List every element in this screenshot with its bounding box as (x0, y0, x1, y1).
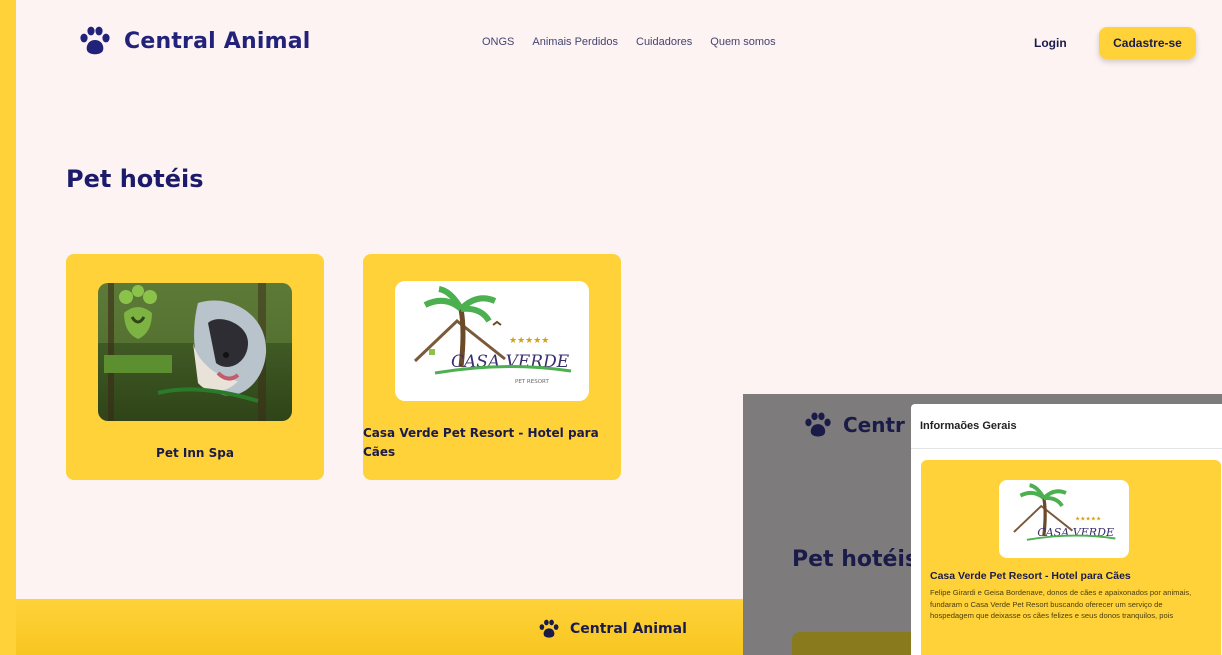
login-link[interactable]: Login (1034, 36, 1067, 50)
inset-brand: Centr (803, 412, 905, 438)
modal-preview-screenshot: Centr Pet hotéis Informaões Gerais ★★★★★… (743, 394, 1222, 655)
inset-brand-name: Centr (843, 413, 905, 437)
nav-ongs[interactable]: ONGS (482, 36, 514, 48)
stars-icon: ★★★★★ (509, 336, 549, 346)
page-title: Pet hotéis (66, 165, 204, 193)
footer-brand-name: Central Animal (570, 621, 687, 637)
hotel-card-casa-verde[interactable]: ★★★★★ CASA VERDE PET RESORT Casa Verde P… (363, 254, 621, 480)
info-modal: Informaões Gerais ★★★★★ CASA VERDE Casa … (911, 404, 1222, 655)
modal-hotel-description: Felipe Girardi e Geisa Bordenave, donos … (930, 588, 1192, 620)
hotel-image-pet-inn (98, 283, 292, 421)
casa-verde-logo-sub: PET RESORT (515, 379, 549, 385)
nav-animais-perdidos[interactable]: Animais Perdidos (532, 36, 618, 48)
nav-quem-somos[interactable]: Quem somos (710, 36, 775, 48)
nav-cuidadores[interactable]: Cuidadores (636, 36, 692, 48)
main-nav: ONGS Animais Perdidos Cuidadores Quem so… (482, 36, 776, 48)
brand-logo[interactable]: Central Animal (78, 26, 310, 56)
hotel-card-title: Pet Inn Spa (156, 446, 234, 460)
modal-header: Informaões Gerais (911, 404, 1222, 449)
paw-icon (78, 26, 112, 56)
modal-hotel-image: ★★★★★ CASA VERDE (999, 480, 1129, 558)
modal-title: Informaões Gerais (920, 420, 1017, 432)
modal-hotel-card: ★★★★★ CASA VERDE Casa Verde Pet Resort -… (921, 460, 1221, 655)
paw-icon (803, 412, 833, 438)
modal-hotel-name: Casa Verde Pet Resort - Hotel para Cães (930, 570, 1131, 582)
brand-name: Central Animal (124, 28, 311, 54)
signup-button[interactable]: Cadastre-se (1099, 27, 1196, 59)
hotel-card-pet-inn[interactable]: Pet Inn Spa (66, 254, 324, 480)
paw-icon (538, 619, 560, 639)
hotel-card-title: Casa Verde Pet Resort - Hotel para Cães (363, 426, 599, 459)
svg-text:★★★★★: ★★★★★ (1075, 515, 1101, 522)
footer-brand[interactable]: Central Animal (538, 619, 687, 639)
hotel-image-casa-verde: ★★★★★ CASA VERDE PET RESORT (395, 281, 589, 401)
inset-page-title: Pet hotéis (792, 547, 919, 572)
